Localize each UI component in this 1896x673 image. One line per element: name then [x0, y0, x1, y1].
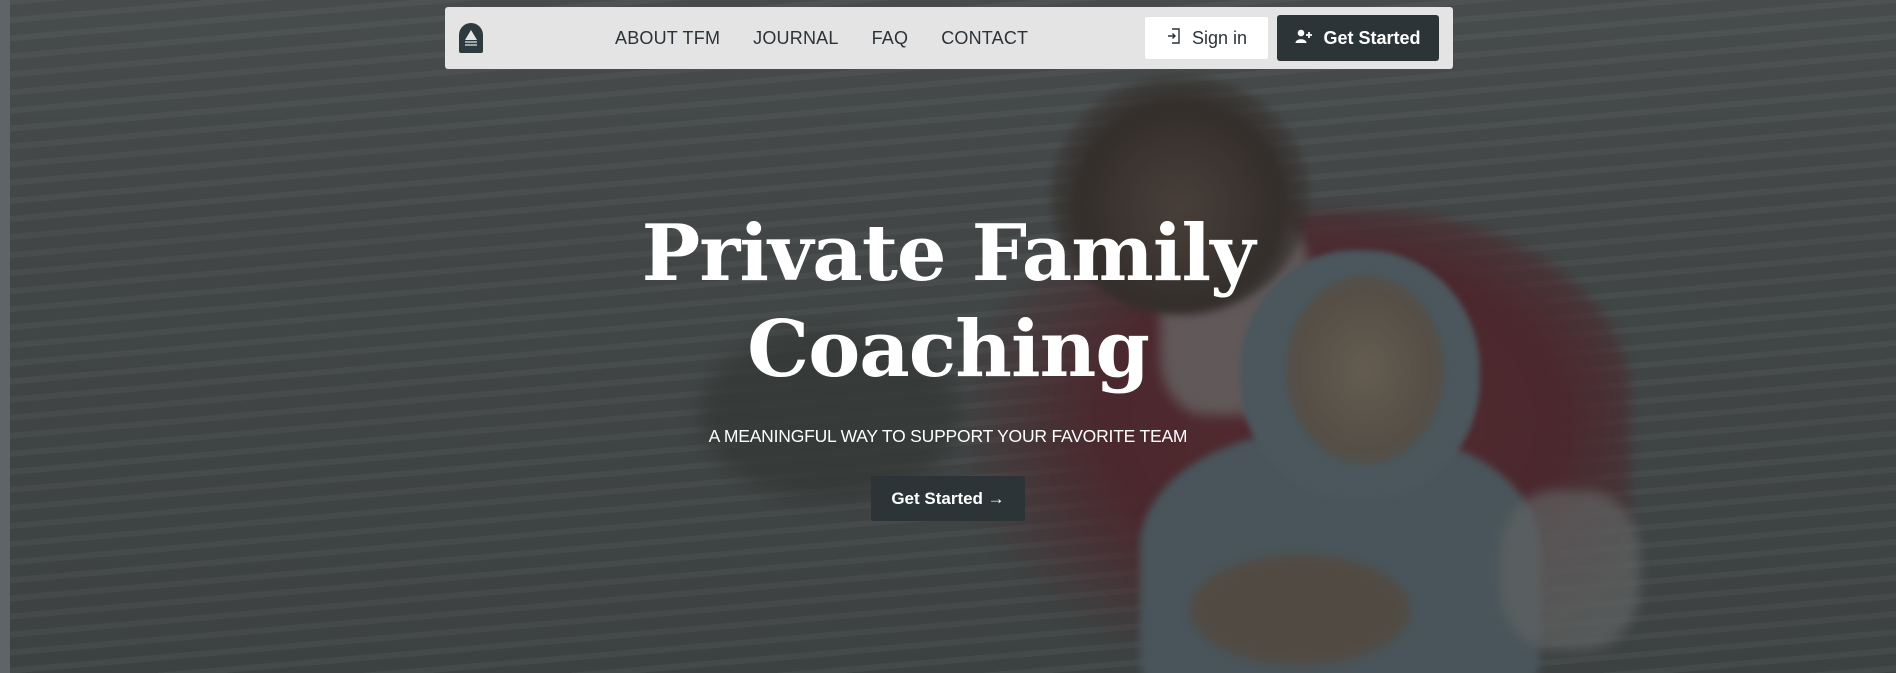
hero-title-line-2: Coaching [747, 304, 1150, 395]
hero-get-started-label: Get Started → [891, 488, 1005, 508]
sign-in-label: Sign in [1191, 27, 1248, 48]
top-navbar: ABOUT TFM JOURNAL FAQ CONTACT Sign in Ge… [445, 7, 1453, 69]
user-plus-icon [1295, 28, 1313, 49]
left-edge-strip [0, 0, 10, 673]
nav-link-faq[interactable]: FAQ [872, 28, 909, 49]
nav-get-started-label: Get Started [1323, 27, 1421, 48]
nav-get-started-button[interactable]: Get Started [1277, 15, 1439, 61]
sign-in-icon [1166, 27, 1182, 50]
nav-link-journal[interactable]: JOURNAL [753, 28, 838, 49]
hero-get-started-button[interactable]: Get Started → [871, 476, 1025, 521]
nav-link-about-tfm[interactable]: ABOUT TFM [615, 28, 720, 49]
hero-subtitle: A MEANINGFUL WAY TO SUPPORT YOUR FAVORIT… [708, 426, 1188, 446]
nav-links: ABOUT TFM JOURNAL FAQ CONTACT [615, 7, 1061, 69]
sign-in-button[interactable]: Sign in [1144, 16, 1269, 60]
hero-title-line-1: Private Family [641, 208, 1256, 299]
hero-section: ABOUT TFM JOURNAL FAQ CONTACT Sign in Ge… [0, 0, 1896, 673]
hero-title: Private Family Coaching [548, 206, 1348, 398]
nav-link-contact[interactable]: CONTACT [941, 28, 1028, 49]
lighthouse-logo-icon[interactable] [459, 23, 483, 53]
